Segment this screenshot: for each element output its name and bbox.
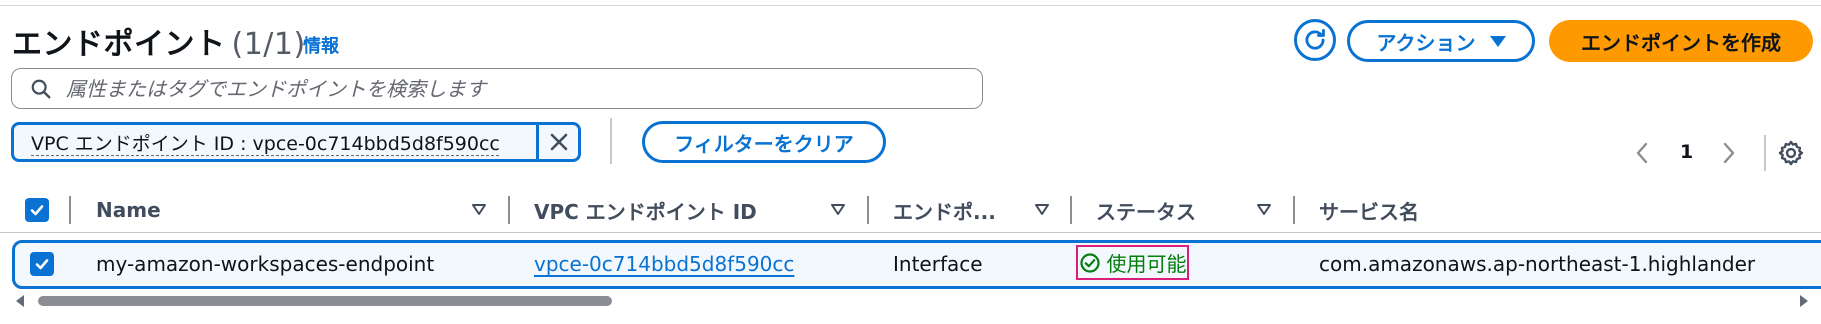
page-title: エンドポイント (1/1) (12, 19, 306, 63)
select-all-checkbox[interactable] (25, 198, 49, 222)
pagination-divider (1764, 135, 1766, 171)
cell-service-name: com.amazonaws.ap-northeast-1.highlander (1319, 252, 1756, 276)
search-bar[interactable] (11, 68, 983, 109)
page-title-text: エンドポイント (12, 27, 226, 62)
column-separator (1070, 196, 1072, 224)
next-page-icon[interactable] (1722, 141, 1736, 165)
cell-endpoint-id-link[interactable]: vpce-0c714bbd5d8f590cc (534, 252, 794, 276)
sort-icon[interactable] (1034, 203, 1050, 217)
scroll-right-arrow-icon[interactable] (1800, 295, 1808, 307)
horizontal-scrollbar-thumb[interactable] (38, 296, 612, 306)
actions-label: アクション (1376, 30, 1476, 55)
filter-token-label[interactable]: VPC エンドポイント ID : vpce-0c714bbd5d8f590cc (14, 129, 536, 156)
scroll-left-arrow-icon[interactable] (16, 295, 24, 307)
cell-name: my-amazon-workspaces-endpoint (96, 252, 435, 276)
column-header-name[interactable]: Name (96, 195, 161, 225)
previous-page-icon[interactable] (1635, 141, 1649, 165)
checkmark-icon (35, 259, 49, 270)
column-separator (1293, 196, 1295, 224)
sort-icon[interactable] (830, 203, 846, 217)
column-separator (508, 196, 510, 224)
column-header-service-name[interactable]: サービス名 (1319, 195, 1419, 225)
refresh-icon (1305, 29, 1325, 50)
filter-divider (610, 118, 612, 164)
cell-endpoint-type: Interface (893, 252, 983, 276)
checkmark-icon (30, 205, 44, 216)
column-header-endpoint-id[interactable]: VPC エンドポイント ID (534, 195, 757, 225)
header-divider (0, 232, 1821, 233)
row-checkbox[interactable] (30, 252, 54, 276)
current-page-number[interactable]: 1 (1680, 141, 1693, 163)
column-separator (69, 196, 71, 224)
refresh-button[interactable] (1294, 19, 1336, 61)
column-separator (867, 196, 869, 224)
column-header-status[interactable]: ステータス (1096, 195, 1196, 225)
item-count: (1/1) (231, 27, 306, 62)
check-circle-icon (1079, 252, 1100, 273)
info-link[interactable]: 情報 (303, 32, 339, 58)
sort-icon[interactable] (1256, 203, 1272, 217)
caret-down-icon (1489, 35, 1506, 47)
create-endpoint-button[interactable]: エンドポイントを作成 (1549, 20, 1813, 62)
top-divider (0, 5, 1821, 6)
remove-filter-button[interactable] (536, 125, 578, 159)
status-badge: 使用可能 (1076, 245, 1189, 280)
status-text: 使用可能 (1106, 252, 1187, 276)
search-input[interactable] (66, 76, 966, 101)
actions-dropdown-button[interactable]: アクション (1347, 20, 1535, 62)
sort-icon[interactable] (471, 203, 487, 217)
column-header-endpoint-type[interactable]: エンドポ... (893, 195, 996, 225)
gear-icon[interactable] (1777, 139, 1805, 167)
close-icon (550, 133, 567, 151)
filter-token: VPC エンドポイント ID : vpce-0c714bbd5d8f590cc (11, 122, 581, 162)
clear-filters-button[interactable]: フィルターをクリア (642, 121, 886, 163)
search-icon (31, 79, 51, 98)
